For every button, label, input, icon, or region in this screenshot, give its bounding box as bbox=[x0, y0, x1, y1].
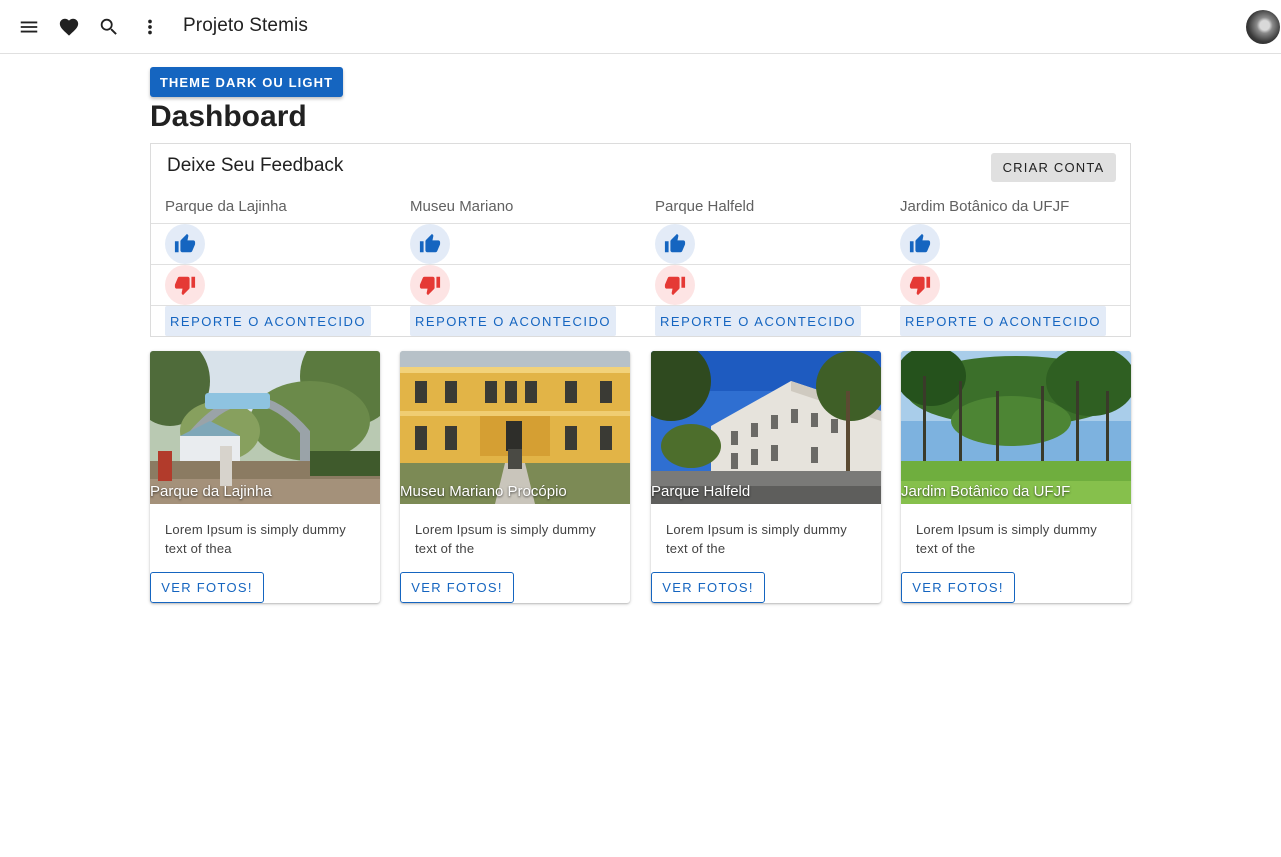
thumb-down-icon[interactable] bbox=[655, 265, 695, 305]
view-photos-button[interactable]: VER FOTOS! bbox=[651, 572, 765, 603]
search-icon[interactable] bbox=[93, 11, 125, 43]
place-card-museu: Museu Mariano Procópio Lorem Ipsum is si… bbox=[400, 351, 630, 603]
thumb-up-icon[interactable] bbox=[900, 224, 940, 264]
report-button-museu[interactable]: REPORTE O ACONTECIDO bbox=[410, 306, 616, 336]
place-card-lajinha: Parque da Lajinha Lorem Ipsum is simply … bbox=[150, 351, 380, 603]
view-photos-button[interactable]: VER FOTOS! bbox=[400, 572, 514, 603]
page-title: Dashboard bbox=[150, 100, 307, 133]
view-photos-button[interactable]: VER FOTOS! bbox=[150, 572, 264, 603]
place-card-halfeld: Parque Halfeld Lorem Ipsum is simply dum… bbox=[651, 351, 881, 603]
feedback-title: Deixe Seu Feedback bbox=[167, 155, 344, 176]
place-photo[interactable] bbox=[150, 351, 380, 504]
card-description: Lorem Ipsum is simply dummy text of the bbox=[916, 522, 1097, 556]
card-caption: Museu Mariano Procópio bbox=[400, 483, 567, 500]
report-button-lajinha[interactable]: REPORTE O ACONTECIDO bbox=[165, 306, 371, 336]
thumb-up-icon[interactable] bbox=[165, 224, 205, 264]
thumb-up-icon[interactable] bbox=[655, 224, 695, 264]
menu-icon[interactable] bbox=[13, 11, 45, 43]
place-photo[interactable] bbox=[651, 351, 881, 504]
place-name-lajinha: Parque da Lajinha bbox=[165, 198, 287, 215]
create-account-button[interactable]: CRIAR CONTA bbox=[991, 153, 1116, 182]
place-card-jardim: Jardim Botânico da UFJF Lorem Ipsum is s… bbox=[901, 351, 1131, 603]
app-title: Projeto Stemis bbox=[183, 15, 308, 36]
place-photo[interactable] bbox=[400, 351, 630, 504]
card-description: Lorem Ipsum is simply dummy text of thea bbox=[165, 522, 346, 556]
thumb-down-icon[interactable] bbox=[900, 265, 940, 305]
app-bar: Projeto Stemis bbox=[0, 0, 1281, 54]
place-photo[interactable] bbox=[901, 351, 1131, 504]
divider bbox=[151, 264, 1130, 265]
thumb-down-icon[interactable] bbox=[165, 265, 205, 305]
place-name-museu: Museu Mariano bbox=[410, 198, 514, 215]
report-button-jardim[interactable]: REPORTE O ACONTECIDO bbox=[900, 306, 1106, 336]
heart-icon[interactable] bbox=[53, 11, 85, 43]
card-caption: Parque Halfeld bbox=[651, 483, 751, 500]
place-name-jardim: Jardim Botânico da UFJF bbox=[900, 198, 1070, 215]
thumb-up-icon[interactable] bbox=[410, 224, 450, 264]
divider bbox=[151, 223, 1130, 224]
report-button-halfeld[interactable]: REPORTE O ACONTECIDO bbox=[655, 306, 861, 336]
feedback-card: Deixe Seu Feedback CRIAR CONTA Parque da… bbox=[150, 143, 1131, 337]
card-description: Lorem Ipsum is simply dummy text of the bbox=[666, 522, 847, 556]
card-caption: Parque da Lajinha bbox=[150, 483, 272, 500]
thumb-down-icon[interactable] bbox=[410, 265, 450, 305]
theme-toggle-button[interactable]: THEME DARK OU LIGHT bbox=[150, 67, 343, 97]
avatar[interactable] bbox=[1246, 10, 1280, 44]
card-caption: Jardim Botânico da UFJF bbox=[901, 483, 1071, 500]
view-photos-button[interactable]: VER FOTOS! bbox=[901, 572, 1015, 603]
place-name-halfeld: Parque Halfeld bbox=[655, 198, 755, 215]
more-vert-icon[interactable] bbox=[134, 11, 166, 43]
card-description: Lorem Ipsum is simply dummy text of the bbox=[415, 522, 596, 556]
